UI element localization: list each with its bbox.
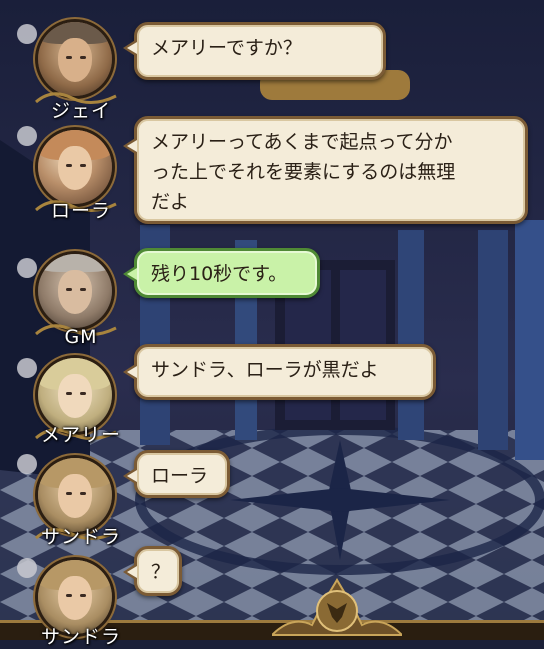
message-text: ？ bbox=[151, 561, 171, 583]
status-dot bbox=[17, 358, 37, 378]
status-dot bbox=[17, 558, 37, 578]
message-bubble: サンドラ、ローラが黒だよ bbox=[123, 344, 436, 400]
message-bubble: メアリーですか？ bbox=[123, 22, 386, 80]
wolf-crest-icon bbox=[272, 578, 402, 636]
status-dot bbox=[17, 454, 37, 474]
speaker-name: ローラ bbox=[50, 200, 111, 222]
gm-message-bubble: 残り10秒です。 bbox=[123, 248, 320, 298]
message-bubble: メアリーってあくまで起点って分か った上でそれを要素にするのは無理 だよ bbox=[123, 116, 528, 224]
speaker-name: GM bbox=[64, 326, 98, 348]
message-text: メアリーってあくまで起点って分か った上でそれを要素にするのは無理 だよ bbox=[151, 131, 456, 213]
message-text: ローラ bbox=[151, 465, 209, 487]
status-dot bbox=[17, 24, 37, 44]
message-text: 残り10秒です。 bbox=[151, 263, 288, 285]
message-text: サンドラ、ローラが黒だよ bbox=[151, 359, 379, 381]
message-bubble: ローラ bbox=[123, 450, 230, 498]
speaker-name: メアリー bbox=[40, 424, 121, 446]
speaker-name: サンドラ bbox=[40, 626, 121, 648]
status-dot bbox=[17, 126, 37, 146]
message-bubble: ？ bbox=[123, 546, 182, 596]
status-dot bbox=[17, 258, 37, 278]
speaker-name: ジェイ bbox=[50, 100, 111, 122]
speaker-name: サンドラ bbox=[40, 526, 121, 548]
message-text: メアリーですか？ bbox=[151, 37, 302, 59]
